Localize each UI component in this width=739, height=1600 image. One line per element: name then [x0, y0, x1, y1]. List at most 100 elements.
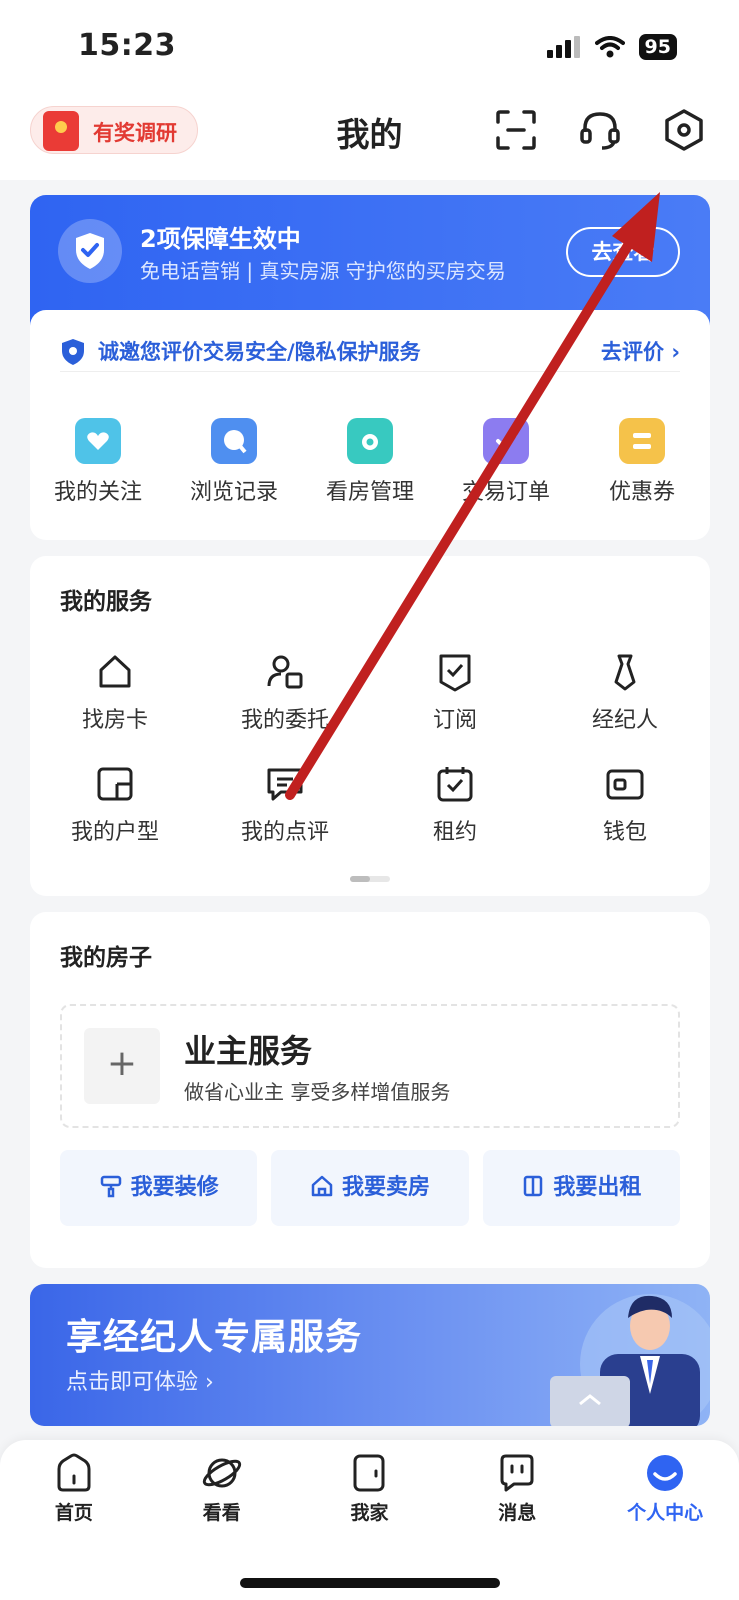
tab-label: 看看: [202, 1502, 241, 1524]
shield-icon: [62, 339, 84, 365]
quick-item-orders[interactable]: 交易订单: [438, 418, 574, 506]
rate-link[interactable]: 去评价 ›: [601, 336, 680, 366]
services-grid: 找房卡 我的委托 订阅 经纪人 我的户型 我的点评 租约 钱包: [30, 652, 710, 846]
renovate-button[interactable]: 我要装修: [60, 1150, 258, 1226]
home-indicator: [240, 1578, 500, 1588]
service-label: 经纪人: [591, 708, 658, 733]
tab-label: 首页: [54, 1502, 93, 1524]
wifi-icon: [594, 36, 625, 58]
tab-my-home[interactable]: 我家: [296, 1452, 444, 1525]
service-label: 我的户型: [70, 820, 159, 845]
service-house-card[interactable]: 找房卡: [30, 652, 200, 734]
quick-item-viewing[interactable]: 看房管理: [302, 418, 438, 506]
agent-illustration: [550, 1294, 710, 1426]
service-label: 找房卡: [81, 708, 148, 733]
status-bar: 15:23 95: [0, 0, 739, 90]
service-wallet[interactable]: 钱包: [540, 764, 710, 846]
user-delegate-icon: [267, 655, 303, 689]
status-time: 15:23: [78, 28, 176, 63]
owner-service-subtitle: 做省心业主 享受多样增值服务: [184, 1080, 451, 1104]
tab-label: 个人中心: [627, 1502, 704, 1524]
quick-label: 交易订单: [461, 480, 550, 505]
rent-out-label: 我要出租: [553, 1175, 642, 1200]
services-card: 我的服务 找房卡 我的委托 订阅 经纪人 我的户型 我的点评 租约 钱包: [30, 556, 710, 896]
headset-icon[interactable]: [576, 106, 624, 154]
bottom-tab-bar: 首页 看看 我家 消息 个人中心: [0, 1440, 739, 1600]
service-label: 租约: [432, 820, 477, 845]
home-icon: [57, 1453, 91, 1492]
rating-invite-row[interactable]: 诚邀您评价交易安全/隐私保护服务 去评价 ›: [60, 332, 680, 372]
tab-home[interactable]: 首页: [0, 1452, 148, 1525]
services-page-indicator: [350, 876, 390, 882]
settings-hexagon-icon[interactable]: [660, 106, 708, 154]
renovate-label: 我要装修: [130, 1175, 219, 1200]
guarantee-title: 2项保障生效中: [140, 225, 301, 253]
status-icons: 95: [546, 34, 677, 60]
quick-label: 我的关注: [53, 480, 142, 505]
service-label: 我的委托: [240, 708, 329, 733]
service-label: 钱包: [602, 820, 647, 845]
tab-label: 消息: [498, 1502, 537, 1524]
battery-level: 95: [638, 34, 677, 60]
house-title: 我的房子: [60, 945, 152, 971]
view-guarantee-button[interactable]: 去查看: [566, 227, 680, 277]
service-floor-plan[interactable]: 我的户型: [30, 764, 200, 846]
folder-eye-icon: [347, 418, 393, 464]
clipboard-check-icon: [483, 418, 529, 464]
rating-invite-text: 诚邀您评价交易安全/隐私保护服务: [98, 340, 421, 364]
scan-icon[interactable]: [492, 106, 540, 154]
services-title: 我的服务: [60, 589, 152, 615]
door-icon: [524, 1175, 543, 1197]
house-card: 我的房子 + 业主服务 做省心业主 享受多样增值服务 我要装修 我要卖房 我要出…: [30, 912, 710, 1268]
quick-label: 浏览记录: [189, 480, 278, 505]
page-header: 有奖调研 我的: [0, 90, 739, 180]
wallet-icon: [606, 769, 644, 800]
quick-actions: 我的关注 浏览记录 看房管理 交易订单 优惠券: [30, 418, 710, 506]
page-title: 我的: [336, 115, 403, 154]
heart-folder-icon: [75, 418, 121, 464]
shield-check-icon: [76, 233, 104, 269]
ticket-icon: [619, 418, 665, 464]
sell-house-button[interactable]: 我要卖房: [271, 1150, 469, 1226]
service-subscribe[interactable]: 订阅: [370, 652, 540, 734]
banner-subtitle: 点击即可体验 ›: [66, 1370, 214, 1395]
service-agent[interactable]: 经纪人: [540, 652, 710, 734]
bookmark-check-icon: [439, 654, 471, 692]
service-delegate[interactable]: 我的委托: [200, 652, 370, 734]
owner-service-box[interactable]: + 业主服务 做省心业主 享受多样增值服务: [60, 1004, 680, 1128]
signal-icon: [546, 36, 580, 58]
planet-icon: [202, 1458, 241, 1488]
tab-messages[interactable]: 消息: [443, 1452, 591, 1525]
floor-plan-icon: [97, 767, 133, 801]
quick-item-coupons[interactable]: 优惠券: [574, 418, 710, 506]
service-label: 我的点评: [240, 820, 329, 845]
tab-profile[interactable]: 个人中心: [591, 1452, 739, 1525]
agent-tie-icon: [614, 654, 636, 691]
rent-out-button[interactable]: 我要出租: [482, 1150, 680, 1226]
quick-label: 看房管理: [325, 480, 414, 505]
tab-discover[interactable]: 看看: [148, 1452, 296, 1525]
add-house-button[interactable]: +: [84, 1028, 160, 1104]
quick-item-history[interactable]: 浏览记录: [166, 418, 302, 506]
owner-service-title: 业主服务: [184, 1032, 313, 1070]
door-home-icon: [353, 1454, 385, 1492]
comment-icon: [267, 768, 303, 801]
quick-label: 优惠券: [608, 480, 675, 505]
paint-roller-icon: [100, 1175, 121, 1198]
banner-title: 享经纪人专属服务: [66, 1317, 363, 1358]
house-card-icon: [99, 655, 131, 688]
service-comment[interactable]: 我的点评: [200, 764, 370, 846]
house-icon: [311, 1175, 333, 1197]
agent-service-banner[interactable]: 享经纪人专属服务 点击即可体验 ›: [30, 1284, 710, 1426]
profile-smile-icon: [647, 1455, 684, 1491]
house-actions: 我要装修 我要卖房 我要出租: [60, 1150, 680, 1226]
guarantee-subtitle: 免电话营销 | 真实房源 守护您的买房交易: [140, 259, 506, 283]
calendar-check-icon: [437, 767, 473, 802]
shield-badge: [58, 219, 122, 283]
service-label: 订阅: [432, 708, 477, 733]
tab-list: 首页 看看 我家 消息 个人中心: [0, 1452, 739, 1525]
message-icon: [500, 1454, 534, 1492]
service-lease[interactable]: 租约: [370, 764, 540, 846]
quick-actions-card: 诚邀您评价交易安全/隐私保护服务 去评价 › 我的关注 浏览记录 看房管理 交易…: [30, 310, 710, 540]
quick-item-follows[interactable]: 我的关注: [30, 418, 166, 506]
